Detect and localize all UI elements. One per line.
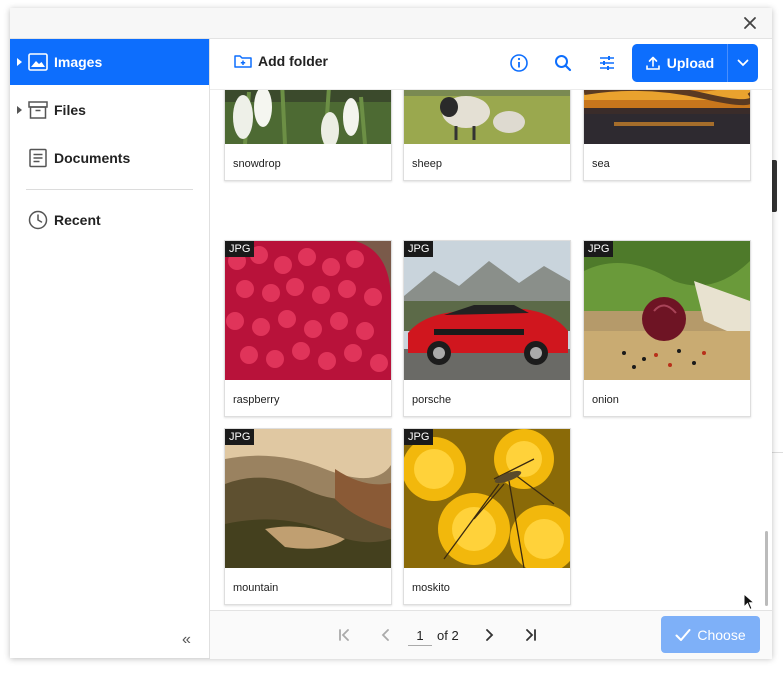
clock-icon xyxy=(28,210,48,230)
image-card-mountain[interactable]: JPG mountain xyxy=(224,428,392,605)
choose-label: Choose xyxy=(697,626,746,643)
first-page-icon[interactable] xyxy=(335,626,353,644)
file-type-badge: JPG xyxy=(225,241,255,257)
thumbnail-onion xyxy=(584,241,750,380)
image-card-sheep[interactable]: sheep xyxy=(403,90,571,181)
chevron-down-icon xyxy=(737,59,749,67)
image-name: sheep xyxy=(412,158,442,170)
image-card-moskito[interactable]: JPG moskito xyxy=(403,428,571,605)
file-type-badge: JPG xyxy=(404,429,434,445)
collapse-sidebar-button[interactable]: « xyxy=(182,631,191,649)
search-icon[interactable] xyxy=(553,53,573,73)
last-page-icon[interactable] xyxy=(522,626,540,644)
sidebar-item-documents[interactable]: Documents xyxy=(10,135,209,181)
file-manager-dialog: Images Files Documents Recent « Add fold… xyxy=(10,8,772,659)
sidebar-item-label: Files xyxy=(54,102,86,118)
image-name: raspberry xyxy=(233,394,280,406)
sidebar-divider xyxy=(26,189,193,190)
close-icon[interactable] xyxy=(742,15,758,31)
previous-page-icon[interactable] xyxy=(377,626,395,644)
caret-right-icon[interactable] xyxy=(17,58,22,66)
image-name: sea xyxy=(592,158,610,170)
thumbnail-snowdrop xyxy=(225,90,391,144)
file-type-badge: JPG xyxy=(404,241,434,257)
sidebar-item-label: Recent xyxy=(54,212,101,228)
thumbnail-sheep xyxy=(404,90,570,144)
toolbar: Add folder Upload xyxy=(210,39,772,90)
image-name: mountain xyxy=(233,582,279,594)
thumbnail-porsche xyxy=(404,241,570,380)
choose-button[interactable]: Choose xyxy=(661,616,760,653)
add-folder-label: Add folder xyxy=(258,53,328,69)
upload-button[interactable]: Upload xyxy=(632,44,727,82)
image-name: porsche xyxy=(412,394,452,406)
dialog-titlebar xyxy=(10,8,772,39)
sidebar-item-files[interactable]: Files xyxy=(10,87,209,133)
image-card-snowdrop[interactable]: snowdrop xyxy=(224,90,392,181)
image-name: snowdrop xyxy=(233,158,281,170)
sidebar-item-recent[interactable]: Recent xyxy=(10,197,209,243)
thumbnail-sea xyxy=(584,90,750,144)
page-number-input[interactable] xyxy=(408,625,432,646)
sidebar-item-images[interactable]: Images xyxy=(10,39,209,85)
file-type-badge: JPG xyxy=(584,241,614,257)
caret-right-icon[interactable] xyxy=(17,106,22,114)
image-card-onion[interactable]: JPG onion xyxy=(583,240,751,417)
document-icon xyxy=(29,148,47,168)
upload-icon xyxy=(645,56,660,70)
image-card-porsche[interactable]: JPG porsche xyxy=(403,240,571,417)
sidebar-item-label: Images xyxy=(54,54,103,70)
thumbnail-moskito xyxy=(404,429,570,568)
archive-icon xyxy=(28,101,48,119)
info-icon[interactable] xyxy=(509,53,529,73)
sidebar: Images Files Documents Recent « xyxy=(10,39,210,658)
image-name: onion xyxy=(592,394,619,406)
sidebar-item-label: Documents xyxy=(54,150,131,166)
image-name: moskito xyxy=(412,582,450,594)
image-icon xyxy=(28,53,48,71)
image-grid: snowdrop sheep sea JPG raspberry JPG por… xyxy=(210,90,772,610)
background-divider xyxy=(772,452,783,453)
upload-dropdown-button[interactable] xyxy=(728,44,758,82)
check-icon xyxy=(675,628,691,641)
filter-sliders-icon[interactable] xyxy=(597,53,617,73)
page-count-label: of 2 xyxy=(437,628,459,643)
image-card-raspberry[interactable]: JPG raspberry xyxy=(224,240,392,417)
grid-scrollbar[interactable] xyxy=(762,91,769,606)
upload-button-group: Upload xyxy=(632,44,758,82)
add-folder-icon xyxy=(234,55,252,68)
thumbnail-raspberry xyxy=(225,241,391,380)
upload-label: Upload xyxy=(666,55,715,71)
next-page-icon[interactable] xyxy=(480,626,498,644)
image-card-sea[interactable]: sea xyxy=(583,90,751,181)
mouse-pointer-icon xyxy=(743,593,755,611)
scrollbar-thumb[interactable] xyxy=(765,531,768,606)
thumbnail-mountain xyxy=(225,429,391,568)
add-folder-button[interactable]: Add folder xyxy=(234,53,328,69)
file-type-badge: JPG xyxy=(225,429,255,445)
dialog-footer: of 2 Choose xyxy=(210,610,772,659)
